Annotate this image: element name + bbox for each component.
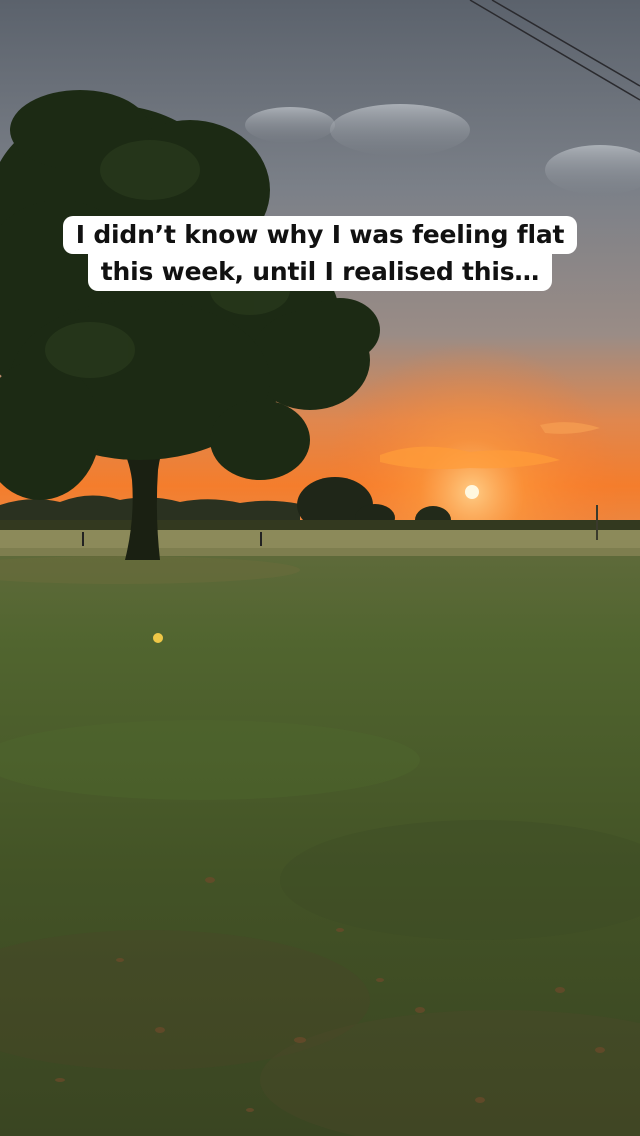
sun	[465, 485, 479, 499]
cloud	[245, 107, 335, 143]
caption-line-2: this week, until I realised this…	[87, 253, 553, 291]
lens-flare	[153, 633, 163, 643]
video-frame: I didn’t know why I was feeling flat thi…	[0, 0, 640, 1136]
caption-overlay: I didn’t know why I was feeling flat thi…	[0, 216, 640, 291]
cloud	[330, 104, 470, 156]
sunset-field-photo	[0, 0, 640, 1136]
caption-line-1: I didn’t know why I was feeling flat	[62, 216, 578, 254]
